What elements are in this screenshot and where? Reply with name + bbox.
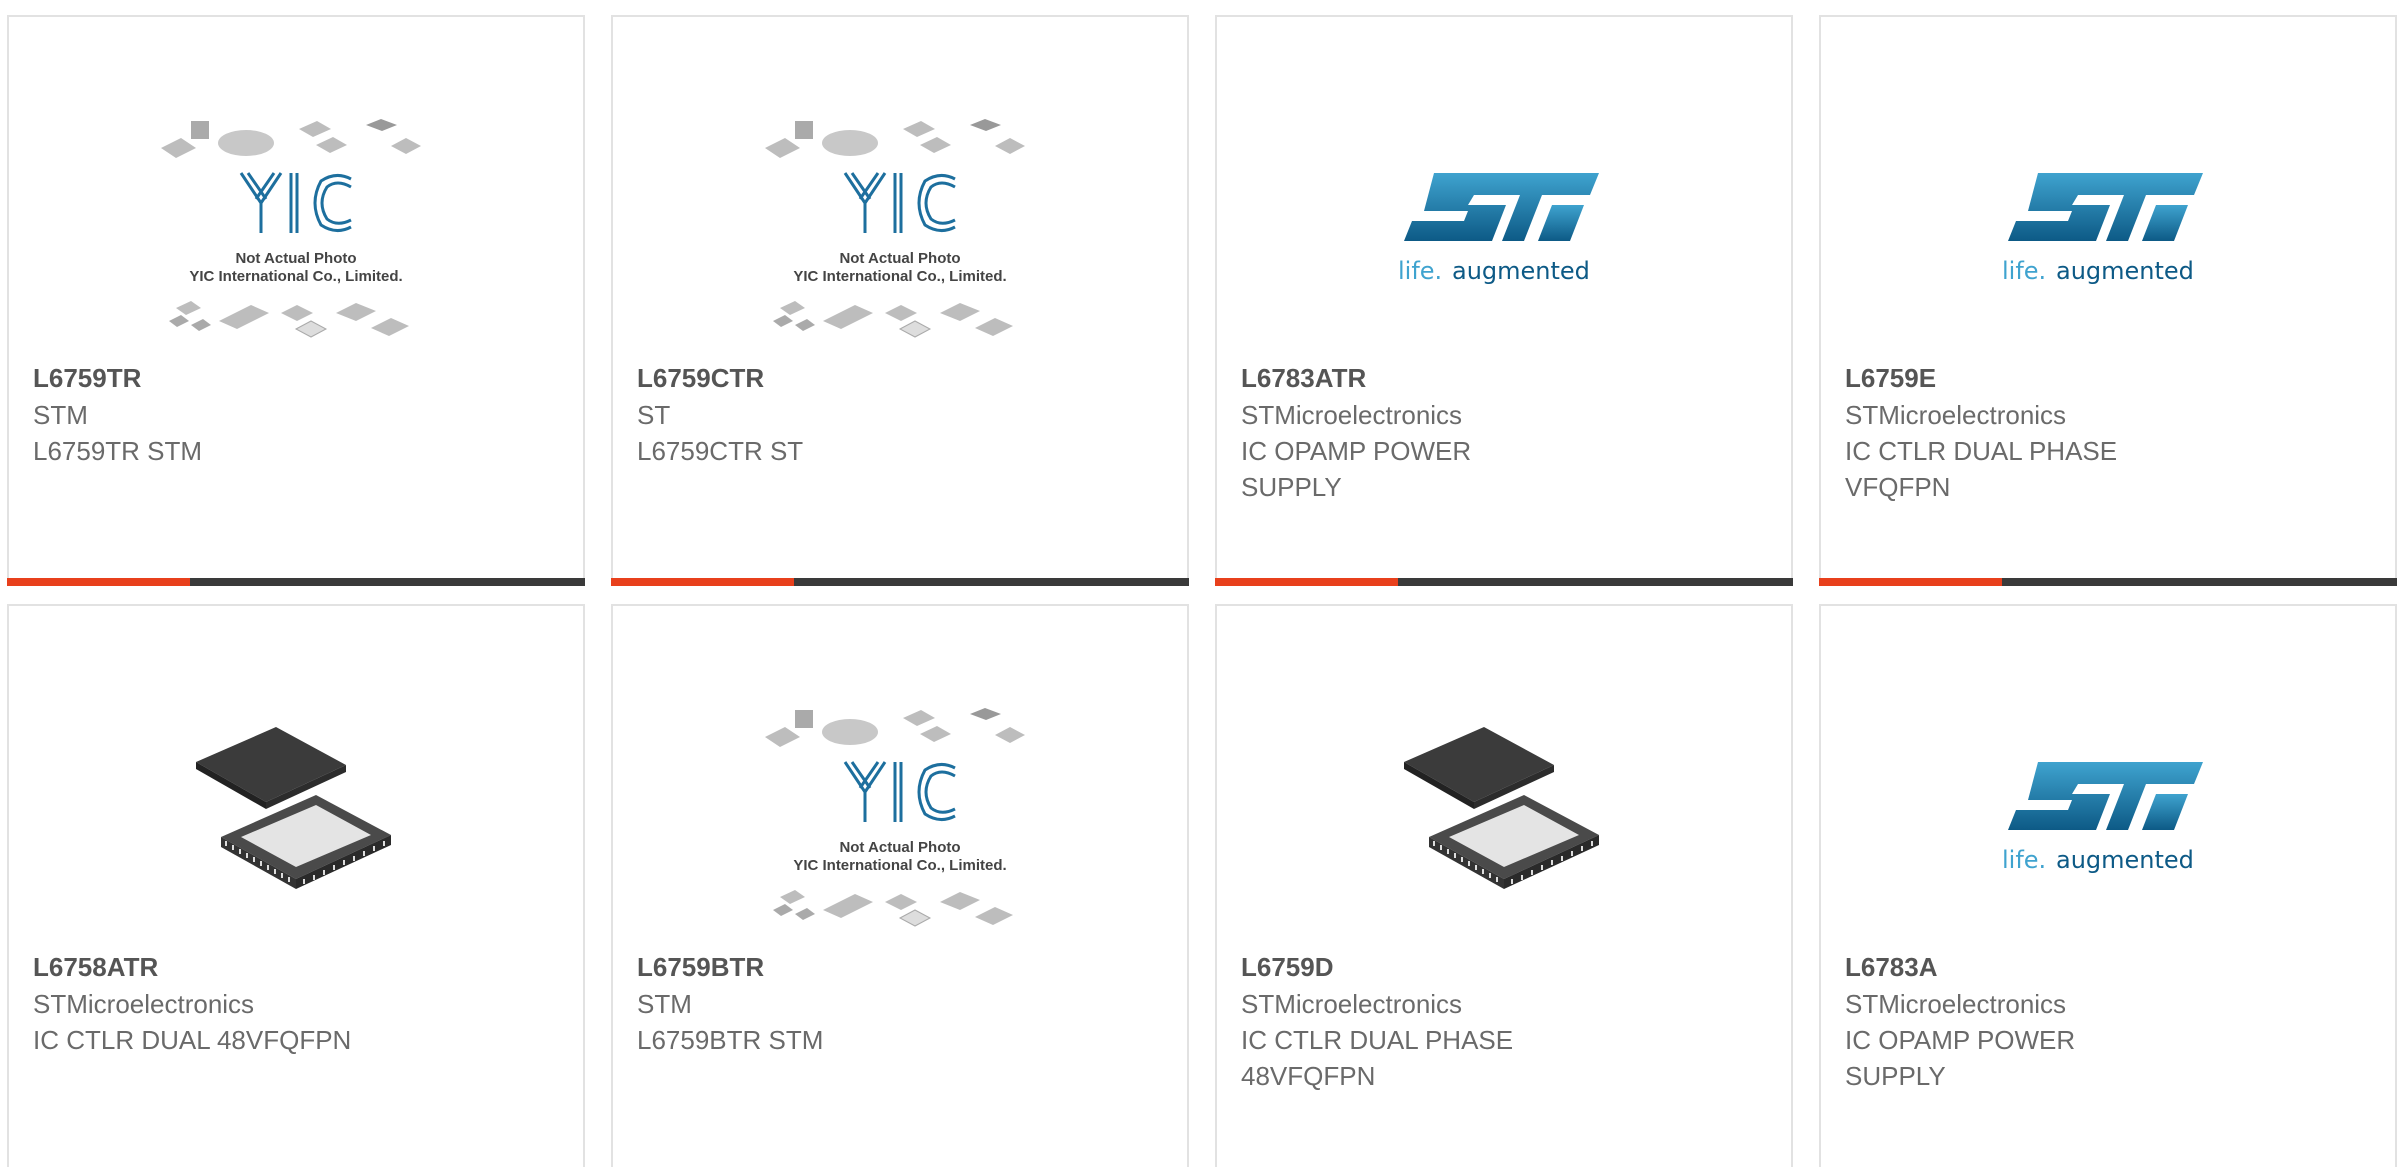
product-image-chip[interactable] — [9, 688, 583, 956]
part-number[interactable]: L6759CTR — [637, 360, 1163, 397]
description: IC CTLR DUAL PHASE VFQFPN — [1845, 436, 2118, 502]
st-tagline-b: augmented — [1452, 257, 1590, 285]
part-number[interactable]: L6759BTR — [637, 949, 1163, 986]
st-logo-icon: life. augmented — [2002, 762, 2203, 874]
manufacturer: STMicroelectronics — [1241, 400, 1463, 430]
manufacturer: ST — [637, 400, 671, 430]
card-bottom-bar — [1215, 578, 1793, 586]
card-accent-bar — [1215, 578, 1398, 586]
product-image-logo[interactable]: life. augmented — [1217, 99, 1791, 367]
product-info: L6783ATR STMicroelectronics IC OPAMP POW… — [1241, 360, 1767, 505]
manufacturer: STMicroelectronics — [1845, 989, 2067, 1019]
card-bottom-bar — [7, 578, 585, 586]
product-card[interactable]: Not Actual Photo YIC International Co., … — [611, 604, 1189, 1167]
placeholder-line1: Not Actual Photo — [235, 250, 356, 267]
product-card[interactable]: life. augmented L6783A STMicroelectronic… — [1819, 604, 2397, 1167]
product-info: L6759D STMicroelectronics IC CTLR DUAL P… — [1241, 949, 1767, 1094]
product-info: L6783A STMicroelectronics IC OPAMP POWER… — [1845, 949, 2371, 1094]
part-number[interactable]: L6783ATR — [1241, 360, 1767, 397]
product-card[interactable]: life. augmented L6759E STMicroelectronic… — [1819, 15, 2397, 586]
product-card[interactable]: L6759D STMicroelectronics IC CTLR DUAL P… — [1215, 604, 1793, 1167]
part-number[interactable]: L6759E — [1845, 360, 2371, 397]
product-info: L6759CTR ST L6759CTR ST — [637, 360, 1163, 469]
description: IC CTLR DUAL 48VFQFPN — [33, 1025, 352, 1055]
part-number[interactable]: L6758ATR — [33, 949, 559, 986]
card-accent-bar — [611, 578, 794, 586]
qfn-chip-icon — [1404, 727, 1599, 889]
st-logo-icon: life. augmented — [2002, 173, 2203, 285]
product-info: L6759TR STM L6759TR STM — [33, 360, 559, 469]
part-number[interactable]: L6783A — [1845, 949, 2371, 986]
st-tagline-b: augmented — [2056, 257, 2194, 285]
description: IC CTLR DUAL PHASE 48VFQFPN — [1241, 1025, 1514, 1091]
not-actual-photo-image: Not Actual Photo YIC International Co., … — [765, 708, 1025, 927]
card-accent-bar — [7, 578, 190, 586]
product-image-placeholder[interactable]: Not Actual Photo YIC International Co., … — [9, 99, 583, 367]
st-tagline-a: life. — [2002, 846, 2046, 874]
description: L6759BTR STM — [637, 1025, 824, 1055]
card-bottom-bar — [611, 578, 1189, 586]
product-image-placeholder[interactable]: Not Actual Photo YIC International Co., … — [613, 688, 1187, 956]
not-actual-photo-image: Not Actual Photo YIC International Co., … — [161, 119, 421, 338]
description: IC OPAMP POWER SUPPLY — [1845, 1025, 2076, 1091]
placeholder-line1: Not Actual Photo — [839, 250, 960, 267]
placeholder-line2: YIC International Co., Limited. — [189, 268, 402, 285]
product-card[interactable]: L6758ATR STMicroelectronics IC CTLR DUAL… — [7, 604, 585, 1167]
product-card[interactable]: Not Actual Photo YIC International Co., … — [7, 15, 585, 586]
st-tagline-a: life. — [2002, 257, 2046, 285]
product-info: L6759BTR STM L6759BTR STM — [637, 949, 1163, 1058]
placeholder-line1: Not Actual Photo — [839, 839, 960, 856]
part-number[interactable]: L6759TR — [33, 360, 559, 397]
product-image-chip[interactable] — [1217, 688, 1791, 956]
not-actual-photo-image: Not Actual Photo YIC International Co., … — [765, 119, 1025, 338]
card-accent-bar — [1819, 578, 2002, 586]
manufacturer: STM — [637, 989, 692, 1019]
product-info: L6758ATR STMicroelectronics IC CTLR DUAL… — [33, 949, 559, 1058]
manufacturer: STMicroelectronics — [1845, 400, 2067, 430]
manufacturer: STMicroelectronics — [1241, 989, 1463, 1019]
description: L6759TR STM — [33, 436, 203, 466]
description: IC OPAMP POWER SUPPLY — [1241, 436, 1472, 502]
product-card[interactable]: Not Actual Photo YIC International Co., … — [611, 15, 1189, 586]
product-info: L6759E STMicroelectronics IC CTLR DUAL P… — [1845, 360, 2371, 505]
product-grid: Not Actual Photo YIC International Co., … — [0, 0, 2400, 1167]
manufacturer: STM — [33, 400, 88, 430]
placeholder-line2: YIC International Co., Limited. — [793, 857, 1006, 874]
st-logo-icon: life. augmented — [1398, 173, 1599, 285]
part-number[interactable]: L6759D — [1241, 949, 1767, 986]
st-tagline-b: augmented — [2056, 846, 2194, 874]
placeholder-line2: YIC International Co., Limited. — [793, 268, 1006, 285]
manufacturer: STMicroelectronics — [33, 989, 255, 1019]
product-image-logo[interactable]: life. augmented — [1821, 688, 2395, 956]
product-card[interactable]: life. augmented L6783ATR STMicroelectron… — [1215, 15, 1793, 586]
product-image-placeholder[interactable]: Not Actual Photo YIC International Co., … — [613, 99, 1187, 367]
card-bottom-bar — [1819, 578, 2397, 586]
product-image-logo[interactable]: life. augmented — [1821, 99, 2395, 367]
qfn-chip-icon — [196, 727, 391, 889]
st-tagline-a: life. — [1398, 257, 1442, 285]
description: L6759CTR ST — [637, 436, 804, 466]
